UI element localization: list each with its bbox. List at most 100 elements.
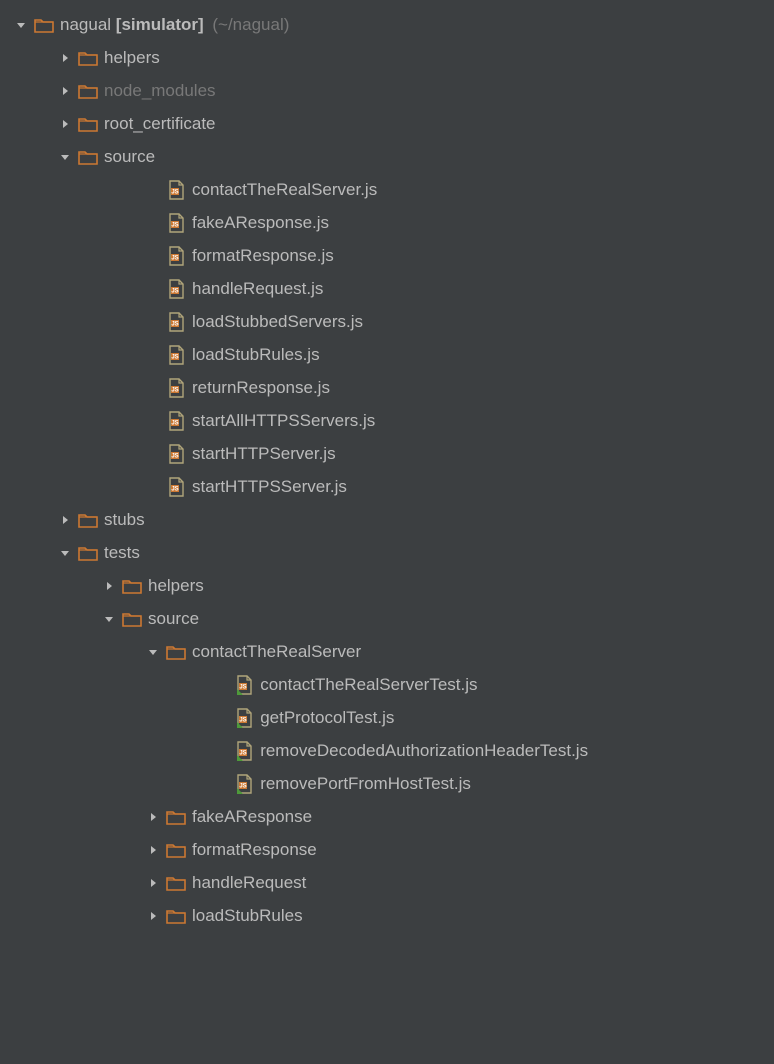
folder-label: helpers — [148, 576, 204, 596]
folder-icon — [166, 642, 186, 662]
file-label: returnResponse.js — [192, 378, 330, 398]
file-label: startHTTPServer.js — [192, 444, 336, 464]
chevron-right-icon[interactable] — [146, 876, 160, 890]
file-label: startAllHTTPSServers.js — [192, 411, 375, 431]
file-label: getProtocolTest.js — [260, 708, 394, 728]
folder-icon — [78, 81, 98, 101]
folder-label: source — [148, 609, 199, 629]
chevron-down-icon[interactable] — [58, 546, 72, 560]
tree-item-stubs[interactable]: stubs — [0, 503, 774, 536]
tree-item-source[interactable]: source — [0, 140, 774, 173]
svg-text:JS: JS — [171, 255, 178, 261]
chevron-right-icon[interactable] — [146, 909, 160, 923]
folder-icon — [78, 147, 98, 167]
tree-item-tests-format[interactable]: formatResponse — [0, 833, 774, 866]
chevron-right-icon[interactable] — [58, 117, 72, 131]
tree-item-source-file[interactable]: JS loadStubRules.js — [0, 338, 774, 371]
tree-item-source-file[interactable]: JS returnResponse.js — [0, 371, 774, 404]
folder-label: loadStubRules — [192, 906, 303, 926]
tree-item-source-file[interactable]: JS fakeAResponse.js — [0, 206, 774, 239]
js-file-icon: JS — [234, 708, 254, 728]
js-file-icon: JS — [166, 246, 186, 266]
js-file-icon: JS — [166, 213, 186, 233]
tree-item-test-file[interactable]: JS getProtocolTest.js — [0, 701, 774, 734]
tree-item-source-file[interactable]: JS formatResponse.js — [0, 239, 774, 272]
svg-text:JS: JS — [240, 783, 247, 789]
folder-label: formatResponse — [192, 840, 317, 860]
project-root-name: nagual [simulator] (~/nagual) — [60, 15, 289, 35]
folder-icon — [78, 543, 98, 563]
js-file-icon: JS — [234, 774, 254, 794]
folder-icon — [166, 840, 186, 860]
js-file-icon: JS — [166, 378, 186, 398]
file-label: contactTheRealServerTest.js — [260, 675, 477, 695]
tree-item-tests-loadstub[interactable]: loadStubRules — [0, 899, 774, 932]
tree-item-test-file[interactable]: JS contactTheRealServerTest.js — [0, 668, 774, 701]
js-file-icon: JS — [166, 411, 186, 431]
tree-item-tests-handle[interactable]: handleRequest — [0, 866, 774, 899]
chevron-right-icon[interactable] — [58, 51, 72, 65]
tree-item-source-file[interactable]: JS loadStubbedServers.js — [0, 305, 774, 338]
svg-text:JS: JS — [171, 354, 178, 360]
file-label: removeDecodedAuthorizationHeaderTest.js — [260, 741, 588, 761]
chevron-down-icon[interactable] — [146, 645, 160, 659]
tree-item-tests-source[interactable]: source — [0, 602, 774, 635]
js-file-icon: JS — [166, 477, 186, 497]
svg-text:JS: JS — [240, 750, 247, 756]
svg-text:JS: JS — [171, 420, 178, 426]
file-label: loadStubRules.js — [192, 345, 320, 365]
tree-item-node-modules[interactable]: node_modules — [0, 74, 774, 107]
svg-text:JS: JS — [171, 189, 178, 195]
tree-item-root[interactable]: nagual [simulator] (~/nagual) — [0, 8, 774, 41]
tree-item-tests-helpers[interactable]: helpers — [0, 569, 774, 602]
tree-item-root-certificate[interactable]: root_certificate — [0, 107, 774, 140]
svg-text:JS: JS — [171, 387, 178, 393]
file-label: fakeAResponse.js — [192, 213, 329, 233]
file-label: formatResponse.js — [192, 246, 334, 266]
file-label: startHTTPSServer.js — [192, 477, 347, 497]
folder-label: tests — [104, 543, 140, 563]
folder-icon — [78, 48, 98, 68]
svg-text:JS: JS — [240, 717, 247, 723]
folder-label: fakeAResponse — [192, 807, 312, 827]
folder-label: stubs — [104, 510, 145, 530]
svg-text:JS: JS — [171, 321, 178, 327]
tree-item-tests[interactable]: tests — [0, 536, 774, 569]
tree-item-test-file[interactable]: JS removePortFromHostTest.js — [0, 767, 774, 800]
chevron-down-icon[interactable] — [58, 150, 72, 164]
file-label: handleRequest.js — [192, 279, 323, 299]
file-label: removePortFromHostTest.js — [260, 774, 471, 794]
folder-label: contactTheRealServer — [192, 642, 361, 662]
tree-item-source-file[interactable]: JS startAllHTTPSServers.js — [0, 404, 774, 437]
chevron-down-icon[interactable] — [102, 612, 116, 626]
folder-icon — [78, 510, 98, 530]
chevron-right-icon[interactable] — [58, 84, 72, 98]
js-file-icon: JS — [166, 345, 186, 365]
folder-label: source — [104, 147, 155, 167]
tree-item-source-file[interactable]: JS startHTTPSServer.js — [0, 470, 774, 503]
folder-label: handleRequest — [192, 873, 306, 893]
tree-item-helpers[interactable]: helpers — [0, 41, 774, 74]
tree-item-source-file[interactable]: JS handleRequest.js — [0, 272, 774, 305]
tree-item-source-file[interactable]: JS startHTTPServer.js — [0, 437, 774, 470]
chevron-right-icon[interactable] — [58, 513, 72, 527]
folder-icon — [122, 576, 142, 596]
tree-item-tests-fake[interactable]: fakeAResponse — [0, 800, 774, 833]
tree-item-test-file[interactable]: JS removeDecodedAuthorizationHeaderTest.j… — [0, 734, 774, 767]
chevron-right-icon[interactable] — [146, 843, 160, 857]
file-label: contactTheRealServer.js — [192, 180, 377, 200]
folder-icon — [78, 114, 98, 134]
chevron-down-icon[interactable] — [14, 18, 28, 32]
file-label: loadStubbedServers.js — [192, 312, 363, 332]
chevron-right-icon[interactable] — [102, 579, 116, 593]
tree-item-source-file[interactable]: JS contactTheRealServer.js — [0, 173, 774, 206]
js-file-icon: JS — [166, 180, 186, 200]
js-file-icon: JS — [234, 675, 254, 695]
svg-text:JS: JS — [171, 453, 178, 459]
folder-icon — [122, 609, 142, 629]
project-tree[interactable]: nagual [simulator] (~/nagual) helpers node… — [0, 8, 774, 932]
tree-item-tests-contact[interactable]: contactTheRealServer — [0, 635, 774, 668]
folder-label: helpers — [104, 48, 160, 68]
js-file-icon: JS — [166, 279, 186, 299]
chevron-right-icon[interactable] — [146, 810, 160, 824]
